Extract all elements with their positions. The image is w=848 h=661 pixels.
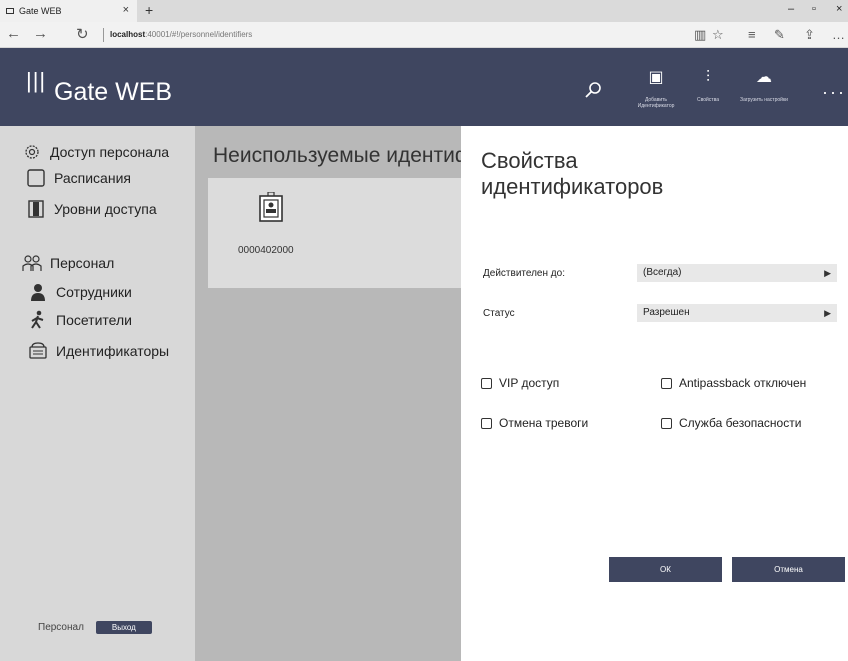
upload-settings-icon: ☁: [756, 69, 772, 86]
sidebar-item-personnel[interactable]: Персонал: [22, 251, 217, 275]
properties-button[interactable]: ⫶ Свойства: [678, 69, 738, 104]
checkbox-box[interactable]: [481, 377, 492, 389]
employee-icon: [31, 284, 45, 301]
tab-page-icon: [6, 8, 14, 14]
sidebar-item-label: Сотрудники: [56, 284, 132, 300]
main-content: Неиспользуемые идентификаторы 0000402000: [195, 126, 553, 661]
favorites-star-icon[interactable]: ☆: [712, 27, 724, 43]
new-tab-button[interactable]: +: [145, 2, 153, 18]
tab-title: Gate WEB: [19, 6, 62, 16]
url-field[interactable]: localhost:40001/#!/personnel/identifiers: [110, 30, 252, 39]
checkbox-label: VIP доступ: [499, 376, 560, 390]
security-service-checkbox[interactable]: Служба безопасности: [661, 416, 801, 430]
checkbox-box[interactable]: [661, 377, 672, 389]
sidebar-item-label: Идентификаторы: [56, 343, 170, 359]
identifier-list: 0000402000: [208, 178, 461, 288]
sidebar-item-label: Уровни доступа: [54, 201, 157, 217]
address-separator: [103, 28, 104, 42]
browser-more-icon[interactable]: …: [832, 27, 845, 42]
checkbox-box[interactable]: [481, 417, 492, 429]
ok-button[interactable]: ОК: [609, 557, 722, 582]
status-select[interactable]: Разрешен ▶: [637, 304, 837, 322]
cancel-button[interactable]: Отмена: [732, 557, 845, 582]
close-window-button[interactable]: ×: [836, 3, 842, 15]
footer-section-label: Персонал: [38, 622, 84, 633]
browser-tab[interactable]: Gate WEB ×: [0, 0, 137, 22]
hub-icon[interactable]: ≡: [748, 27, 756, 42]
visitor-icon: [31, 310, 44, 329]
browser-tab-bar: Gate WEB × + – ▫ ×: [0, 0, 848, 22]
more-menu-icon[interactable]: ···: [822, 82, 846, 103]
antipassback-checkbox[interactable]: Antipassback отключен: [661, 376, 806, 390]
alarm-cancel-checkbox[interactable]: Отмена тревоги: [481, 416, 588, 430]
vip-access-checkbox[interactable]: VIP доступ: [481, 376, 559, 390]
web-note-icon[interactable]: ✎: [774, 27, 785, 43]
back-button[interactable]: ←: [6, 25, 21, 42]
sidebar: Доступ персонала Расписания Уровни досту…: [0, 126, 195, 661]
sidebar-item-label: Доступ персонала: [50, 144, 170, 160]
tab-close-button[interactable]: ×: [123, 4, 129, 16]
add-identifier-button[interactable]: ▣ Добавить Идентификатор: [626, 69, 686, 110]
properties-label: Свойства: [697, 97, 719, 103]
sidebar-item-label: Посетители: [56, 312, 132, 328]
calendar-icon: [27, 169, 45, 187]
id-badge-icon: [259, 191, 283, 222]
add-identifier-label: Добавить Идентификатор: [637, 97, 675, 109]
reading-view-icon[interactable]: ▥: [694, 27, 706, 43]
checkbox-label: Служба безопасности: [679, 416, 802, 430]
app-header: ||| Gate WEB ▣ Добавить Идентификатор ⫶ …: [0, 48, 848, 126]
chevron-right-icon: ▶: [824, 268, 831, 278]
panel-title: Свойства идентификаторов: [481, 148, 664, 199]
chevron-right-icon: ▶: [824, 308, 831, 318]
sidebar-item-employees[interactable]: Сотрудники: [28, 280, 223, 304]
url-path: :40001/#!/personnel/identifiers: [145, 30, 253, 39]
valid-until-label: Действителен до:: [483, 268, 565, 279]
checkbox-box[interactable]: [661, 417, 672, 429]
menu-icon[interactable]: |||: [26, 68, 46, 94]
sidebar-item-visitors[interactable]: Посетители: [28, 308, 223, 332]
identifier-card[interactable]: [236, 191, 306, 227]
door-icon: [28, 200, 44, 218]
sidebar-item-label: Персонал: [50, 255, 115, 271]
gear-icon: [25, 145, 39, 159]
app-title: Gate WEB: [54, 78, 173, 106]
sidebar-item-label: Расписания: [54, 170, 131, 186]
people-icon: [22, 255, 42, 271]
address-bar: ← → ↻ localhost:40001/#!/personnel/ident…: [0, 22, 848, 48]
sidebar-footer: Персонал Выход: [38, 621, 152, 634]
sidebar-item-schedules[interactable]: Расписания: [26, 166, 221, 190]
logout-button[interactable]: Выход: [95, 621, 152, 634]
url-host: localhost: [110, 30, 146, 39]
upload-settings-label: Загрузить настройки: [740, 97, 788, 103]
sidebar-item-identifiers[interactable]: Идентификаторы: [28, 339, 223, 363]
forward-button[interactable]: →: [33, 25, 48, 42]
share-icon[interactable]: ⇪: [804, 27, 815, 43]
minimize-button[interactable]: –: [788, 3, 794, 15]
add-identifier-icon: ▣: [648, 69, 664, 86]
maximize-button[interactable]: ▫: [812, 3, 816, 15]
properties-icon: ⫶: [705, 69, 710, 86]
properties-panel: Свойства идентификаторов Действителен до…: [461, 126, 848, 661]
valid-until-select[interactable]: (Всегда) ▶: [637, 264, 837, 282]
search-icon[interactable]: [585, 82, 601, 98]
checkbox-label: Antipassback отключен: [679, 376, 807, 390]
upload-settings-button[interactable]: ☁ Загрузить настройки: [734, 69, 794, 104]
status-label: Статус: [483, 308, 515, 319]
identifier-icon: [29, 342, 47, 359]
identifier-code: 0000402000: [238, 245, 294, 256]
sidebar-item-staff-access[interactable]: Доступ персонала: [22, 140, 217, 164]
checkbox-label: Отмена тревоги: [499, 416, 589, 430]
refresh-button[interactable]: ↻: [76, 25, 89, 43]
status-value: Разрешен: [643, 307, 690, 318]
sidebar-item-access-levels[interactable]: Уровни доступа: [26, 197, 221, 221]
valid-until-value: (Всегда): [643, 267, 682, 278]
